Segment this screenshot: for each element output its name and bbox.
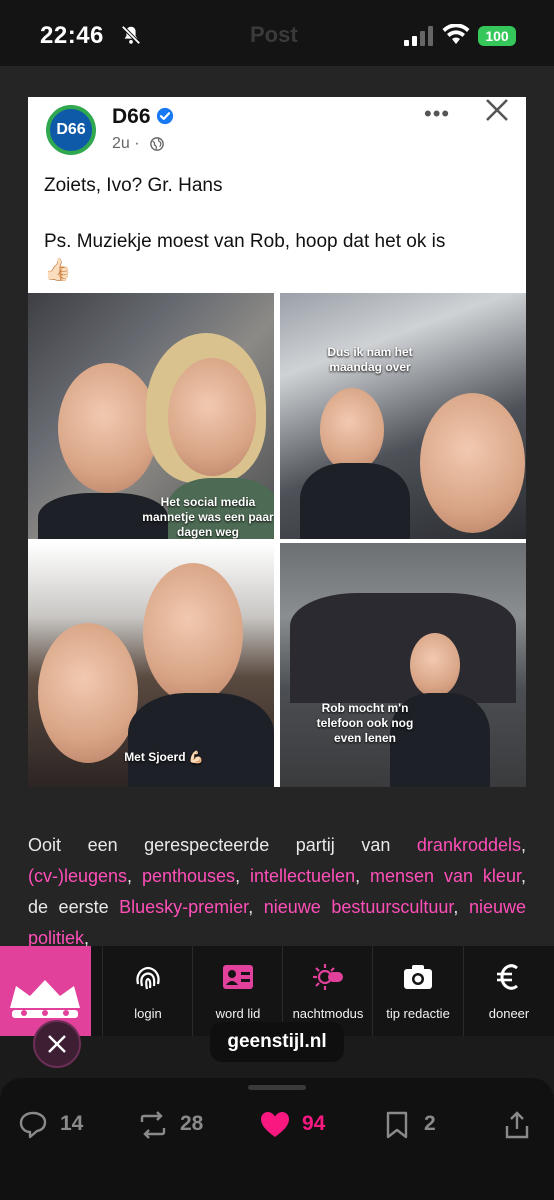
bookmark-count: 2: [424, 1112, 436, 1135]
body-text: ,: [453, 897, 469, 917]
person-suit: [300, 463, 410, 539]
d66-avatar: D66: [46, 105, 96, 155]
sun-toggle-icon: [313, 964, 343, 990]
post-text-line-1: Zoiets, Ivo? Gr. Hans: [44, 175, 223, 196]
status-time: 22:46: [40, 22, 104, 49]
body-text: ,: [84, 928, 90, 948]
link-drankroddels[interactable]: drankroddels: [417, 835, 521, 855]
post-author: D66: [112, 105, 151, 128]
link-nieuwe-bestuurscultuur[interactable]: nieuwe bestuurscultuur: [264, 897, 454, 917]
bookmark-icon: [386, 1111, 408, 1139]
cell-signal-icon: [404, 26, 433, 46]
bell-muted-icon: [121, 25, 141, 45]
wifi-icon: [442, 24, 470, 44]
thumbs-up-emoji: 👍🏻: [44, 257, 72, 282]
body-text: ,: [235, 866, 250, 886]
toolbar-close-button[interactable]: [33, 1020, 81, 1068]
verified-badge-icon: [156, 107, 174, 125]
toolbar-label: word lid: [215, 1006, 261, 1021]
toolbar-tip-redactie[interactable]: tip redactie: [372, 946, 462, 1036]
id-card-icon: [223, 965, 253, 989]
post-photo-3[interactable]: Met Sjoerd 💪🏻: [28, 543, 274, 787]
post-photo-4[interactable]: Rob mocht m'n telefoon ook nog even lene…: [280, 543, 526, 787]
person-face: [143, 563, 243, 703]
share-icon: [505, 1111, 529, 1139]
post-photo-2[interactable]: Dus ik nam het maandag over: [280, 293, 526, 539]
toolbar-label: login: [134, 1006, 162, 1021]
status-bar: 22:46 Post 100: [0, 0, 554, 66]
toolbar-doneer[interactable]: doneer: [463, 946, 553, 1036]
more-options-icon[interactable]: •••: [424, 101, 450, 127]
person-face: [320, 388, 384, 472]
person-face: [410, 633, 460, 697]
reply-icon: [19, 1111, 47, 1139]
photo-caption: Dus ik nam het maandag over: [327, 345, 413, 374]
battery-indicator: 100: [478, 26, 516, 46]
globe-icon: [150, 137, 164, 151]
post-text-line-2: Ps. Muziekje moest van Rob, hoop dat het…: [44, 231, 446, 252]
photo-caption: Het social media mannetje was een paar d…: [142, 495, 274, 539]
person-face: [168, 358, 256, 476]
link-penthouses[interactable]: penthouses: [142, 866, 235, 886]
article-body: Ooit een gerespecteerde partij van drank…: [28, 830, 526, 954]
embedded-facebook-post[interactable]: D66 D66 2u · ••• Zoiets, Ivo? Gr. Hans P…: [28, 97, 526, 787]
post-photo-1[interactable]: Het social media mannetje was een paar d…: [28, 293, 274, 539]
heart-icon: [261, 1112, 289, 1137]
body-text: Ooit een gerespecteerde partij van: [28, 835, 417, 855]
group-people: [290, 593, 516, 703]
link-intellectuelen[interactable]: intellectuelen: [250, 866, 355, 886]
like-count: 94: [302, 1112, 326, 1135]
body-text: ,: [355, 866, 371, 886]
post-time: 2u ·: [112, 135, 140, 152]
toolbar-label: doneer: [488, 1006, 530, 1021]
reply-count: 14: [60, 1112, 84, 1135]
drag-handle[interactable]: [248, 1085, 306, 1090]
photo-caption: Rob mocht m'n telefoon ook nog even lene…: [316, 701, 414, 745]
link-cv-leugens[interactable]: (cv-)leugens: [28, 866, 127, 886]
person-face: [38, 623, 138, 763]
toolbar-label: tip redactie: [386, 1006, 450, 1021]
person-face: [58, 363, 158, 493]
body-text: ,: [127, 866, 142, 886]
camera-icon: [404, 965, 432, 989]
toolbar-label: nachtmodus: [292, 1006, 364, 1021]
close-icon: [48, 1035, 66, 1053]
person-face: [420, 393, 525, 533]
repost-count: 28: [180, 1112, 204, 1135]
fingerprint-icon: [136, 966, 160, 990]
toolbar-login[interactable]: login: [102, 946, 192, 1036]
site-url-pill[interactable]: geenstijl.nl: [210, 1022, 344, 1062]
app-screen: 22:46 Post 100 D66 D66 2u · ••• Zoiets, …: [0, 0, 554, 1200]
close-icon[interactable]: [484, 97, 510, 123]
body-text: ,: [520, 835, 526, 855]
repost-icon: [140, 1111, 166, 1139]
person-suit: [128, 693, 274, 787]
euro-icon: [497, 964, 518, 990]
link-mensen-van-kleur[interactable]: mensen van kleur: [370, 866, 521, 886]
photo-caption: Met Sjoerd 💪🏻: [124, 750, 204, 764]
header-title-ghost: Post: [250, 22, 298, 47]
link-bluesky-premier[interactable]: Bluesky-premier: [119, 897, 248, 917]
body-text: ,: [248, 897, 264, 917]
